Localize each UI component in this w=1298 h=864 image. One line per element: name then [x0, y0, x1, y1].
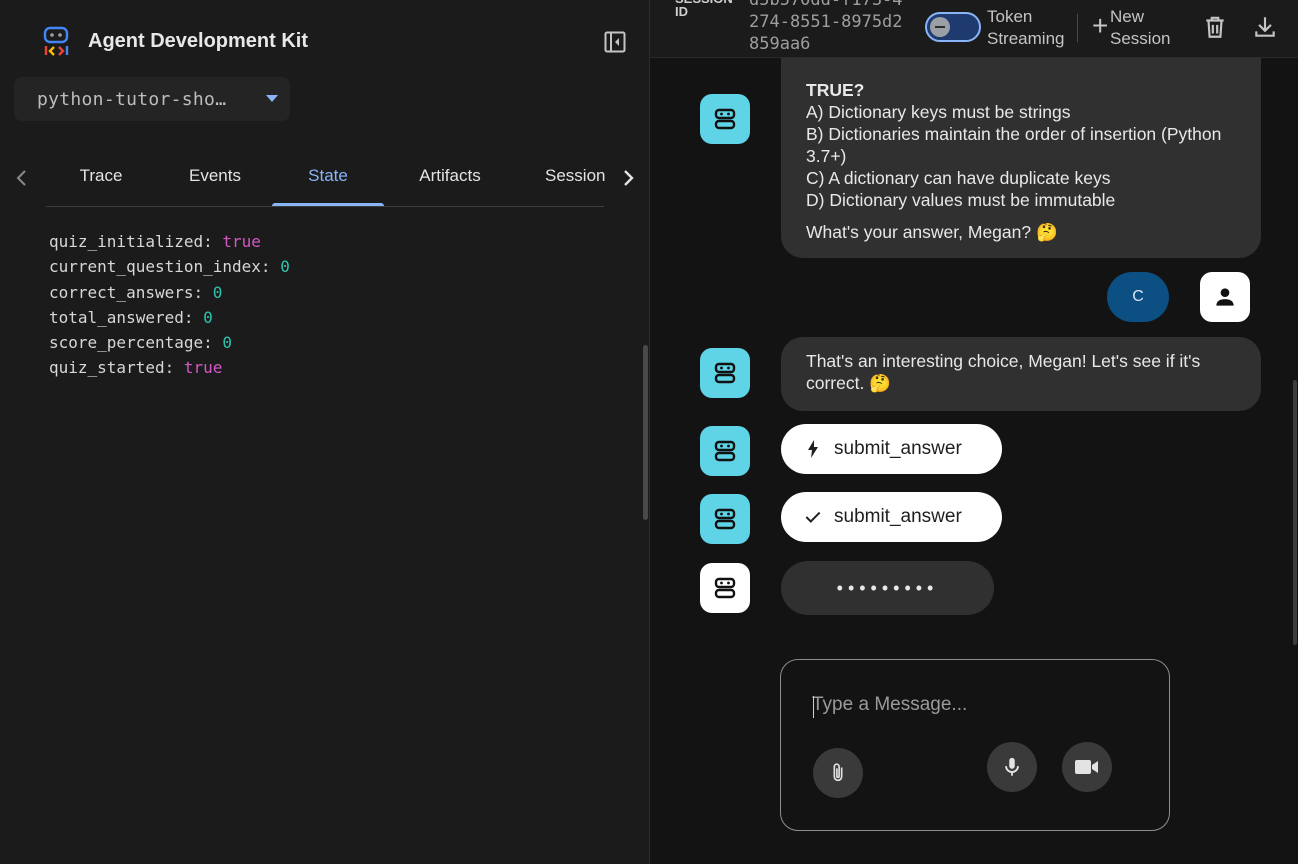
bot-icon	[714, 508, 736, 530]
bot-icon	[714, 577, 736, 599]
state-row: quiz_initialized: true	[49, 232, 261, 251]
collapse-panel-icon[interactable]	[603, 30, 627, 54]
video-camera-icon	[1075, 760, 1098, 774]
quiz-option: A) Dictionary keys must be strings	[806, 102, 1071, 122]
typing-indicator: •••••••••	[781, 561, 994, 615]
function-call-name: submit_answer	[834, 438, 962, 459]
text-cursor	[813, 696, 814, 718]
delete-icon[interactable]	[1202, 14, 1228, 40]
paperclip-icon	[833, 763, 843, 782]
state-key: current_question_index	[49, 257, 261, 277]
state-row: current_question_index: 0	[49, 257, 290, 277]
panel-tabs: Trace Events State Artifacts Sessions	[0, 150, 650, 206]
bot-avatar	[700, 348, 750, 398]
dropdown-caret-icon	[266, 95, 278, 102]
bot-message-feedback: That's an interesting choice, Megan! Let…	[781, 337, 1261, 411]
tab-trace[interactable]: Trace	[46, 150, 156, 206]
state-key: score_percentage	[49, 333, 204, 353]
adk-logo-icon	[43, 26, 69, 56]
side-panel-scrollbar[interactable]	[643, 345, 648, 520]
state-row: total_answered: 0	[49, 307, 213, 327]
state-key: total_answered	[49, 307, 184, 327]
state-value: true	[222, 232, 261, 251]
attach-button[interactable]	[813, 748, 863, 798]
function-response-chip[interactable]: submit_answer	[781, 492, 1002, 542]
state-value: 0	[222, 333, 233, 353]
chat-messages: TRUE? A) Dictionary keys must be strings…	[650, 58, 1298, 864]
state-value: 0	[203, 307, 213, 327]
tab-artifacts[interactable]: Artifacts	[392, 150, 508, 206]
quiz-prompt: What's your answer, Megan? 🤔	[806, 222, 1058, 242]
state-row: quiz_started: true	[49, 358, 223, 378]
bot-avatar	[700, 563, 750, 613]
download-icon[interactable]	[1252, 14, 1278, 40]
video-button[interactable]	[1062, 742, 1112, 792]
user-message: C	[1107, 272, 1169, 322]
state-value: 0	[280, 257, 290, 277]
function-call-chip[interactable]: submit_answer	[781, 424, 1002, 474]
state-key: quiz_started	[49, 358, 165, 378]
session-toolbar: SESSION ID d5b570dd-f173-4274-8551-8975d…	[650, 0, 1298, 58]
app-title: Agent Development Kit	[88, 30, 309, 52]
state-value: true	[183, 358, 223, 378]
token-streaming-label: Token Streaming	[987, 7, 1065, 48]
quiz-option: D) Dictionary values must be immutable	[806, 190, 1116, 210]
toolbar-divider	[1077, 14, 1078, 42]
chevron-right-icon[interactable]	[616, 166, 640, 190]
state-value: 0	[212, 282, 223, 302]
state-view: quiz_initialized: true current_question_…	[49, 229, 290, 381]
state-row: score_percentage: 0	[49, 333, 233, 353]
bot-icon	[714, 108, 736, 130]
plus-icon: +	[1092, 10, 1109, 41]
microphone-button[interactable]	[987, 742, 1037, 792]
state-key: quiz_initialized	[49, 232, 204, 251]
tab-state[interactable]: State	[272, 150, 384, 206]
session-id-value: d5b570dd-f173-4274-8551-8975d2859aa6	[749, 0, 903, 54]
agent-selector[interactable]: python-tutor-sho…	[14, 77, 290, 121]
new-session-button[interactable]: + New Session	[1092, 6, 1182, 50]
bolt-icon	[805, 440, 821, 458]
tabs-divider	[46, 206, 604, 207]
side-panel: Agent Development Kit python-tutor-sho… …	[0, 0, 650, 864]
tab-sessions[interactable]: Sessions	[545, 150, 605, 206]
toggle-knob	[930, 17, 950, 37]
quiz-option: C) A dictionary can have duplicate keys	[806, 168, 1111, 188]
person-icon	[1216, 288, 1234, 306]
microphone-icon	[1005, 757, 1019, 776]
bot-avatar	[700, 426, 750, 476]
chat-panel: SESSION ID d5b570dd-f173-4274-8551-8975d…	[650, 0, 1298, 864]
new-session-label: New Session	[1110, 7, 1171, 48]
function-response-name: submit_answer	[834, 506, 962, 527]
quiz-option: B) Dictionaries maintain the order of in…	[806, 124, 1222, 166]
state-key: correct_answers	[49, 282, 194, 302]
bot-avatar	[700, 94, 750, 144]
bot-icon	[714, 362, 736, 384]
chevron-left-icon[interactable]	[10, 166, 34, 190]
chat-scrollbar[interactable]	[1293, 380, 1297, 645]
user-avatar	[1200, 272, 1250, 322]
quiz-question-tail: TRUE?	[806, 80, 865, 100]
bot-message-quiz: TRUE? A) Dictionary keys must be strings…	[781, 58, 1261, 258]
agent-selector-value: python-tutor-sho…	[37, 88, 227, 110]
token-streaming-toggle[interactable]	[925, 12, 981, 42]
bot-icon	[714, 440, 736, 462]
message-input[interactable]	[812, 690, 1142, 720]
state-row: correct_answers: 0	[49, 282, 223, 302]
session-id-label: SESSION ID	[675, 0, 733, 19]
check-icon	[805, 508, 821, 526]
tab-events[interactable]: Events	[160, 150, 270, 206]
bot-avatar	[700, 494, 750, 544]
message-composer	[780, 659, 1170, 831]
